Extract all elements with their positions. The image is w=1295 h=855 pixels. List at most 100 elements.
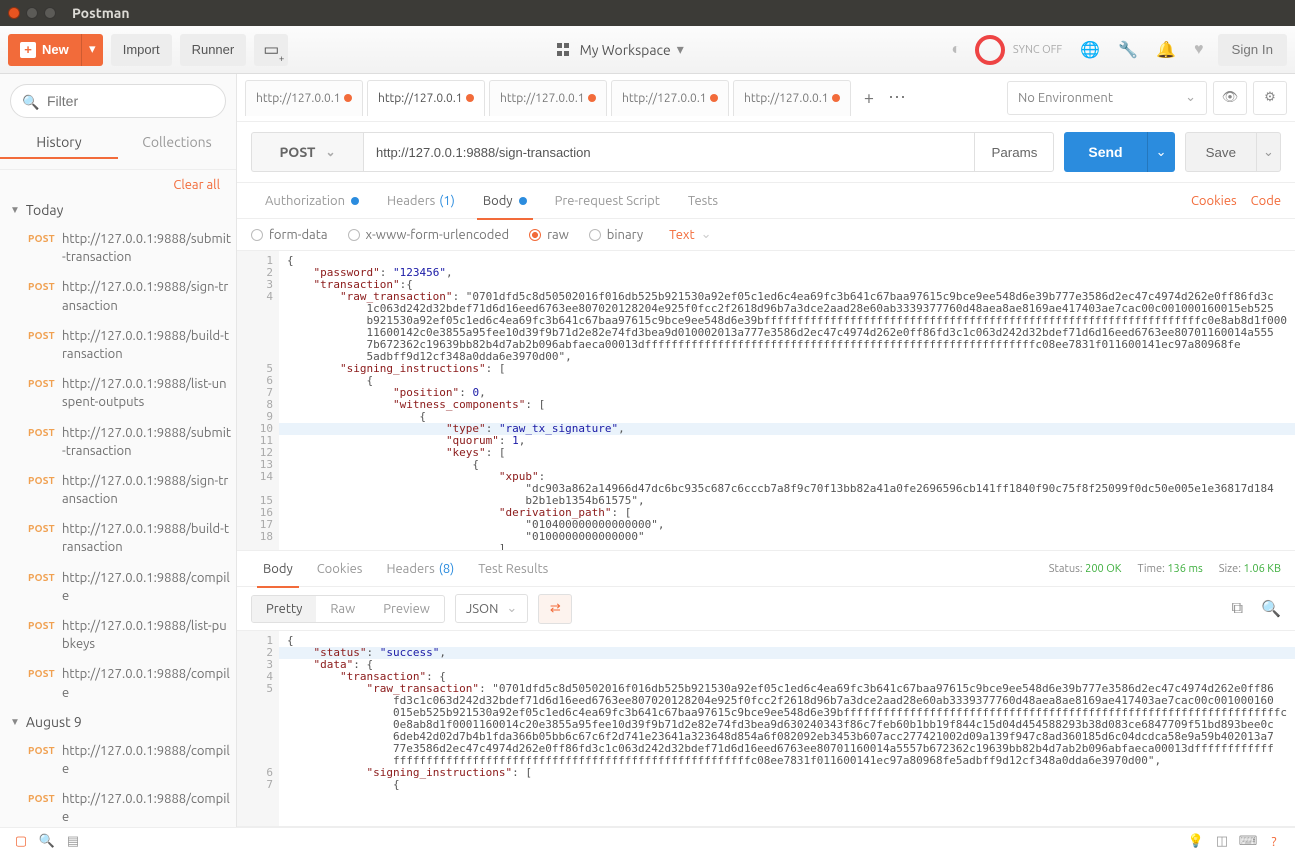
wrap-lines-button[interactable]: ⇄: [538, 594, 572, 624]
two-pane-icon[interactable]: ◫: [1209, 832, 1235, 852]
resp-tab-cookies[interactable]: Cookies: [305, 551, 375, 587]
headers-count: (1): [439, 194, 455, 208]
tab-history[interactable]: History: [0, 124, 118, 169]
heart-icon[interactable]: ♥: [1194, 40, 1204, 59]
history-group-header[interactable]: ▼Today: [0, 196, 236, 224]
request-tab[interactable]: http://127.0.0.1: [611, 80, 729, 116]
view-mode-segment: Pretty Raw Preview: [251, 595, 445, 623]
view-raw[interactable]: Raw: [316, 596, 369, 622]
bootcamp-icon[interactable]: 💡: [1183, 832, 1209, 852]
resp-tab-body[interactable]: Body: [251, 551, 305, 587]
import-button[interactable]: Import: [111, 34, 172, 66]
history-item[interactable]: POSThttp://127.0.0.1:9888/sign-transacti…: [0, 466, 236, 514]
response-format-dropdown[interactable]: JSON⌄: [455, 594, 528, 623]
history-item[interactable]: POSThttp://127.0.0.1:9888/build-transact…: [0, 321, 236, 369]
workspace-selector[interactable]: My Workspace ▾: [288, 41, 951, 58]
new-dropdown-caret[interactable]: ▾: [81, 34, 103, 66]
history-item[interactable]: POSThttp://127.0.0.1:9888/compile: [0, 659, 236, 707]
environment-preview-button[interactable]: 👁: [1213, 81, 1247, 115]
request-tabs-row: http://127.0.0.1http://127.0.0.1http://1…: [237, 74, 1295, 122]
search-icon[interactable]: 🔍: [1261, 599, 1281, 618]
view-pretty[interactable]: Pretty: [252, 596, 316, 622]
subtab-headers[interactable]: Headers(1): [373, 183, 469, 219]
url-input[interactable]: [363, 132, 974, 172]
history-item[interactable]: POSThttp://127.0.0.1:9888/list-pubkeys: [0, 611, 236, 659]
view-preview[interactable]: Preview: [369, 596, 444, 622]
resp-tab-tests[interactable]: Test Results: [466, 551, 560, 587]
plus-icon: +: [20, 42, 36, 58]
help-icon[interactable]: ?: [1261, 832, 1287, 852]
environment-select[interactable]: No Environment ⌄: [1007, 81, 1207, 115]
history-item[interactable]: POSThttp://127.0.0.1:9888/sign-transacti…: [0, 272, 236, 320]
minimize-window-icon[interactable]: [26, 7, 38, 19]
filter-input[interactable]: [10, 84, 226, 118]
history-method: POST: [28, 617, 62, 653]
history-item[interactable]: POSThttp://127.0.0.1:9888/submit-transac…: [0, 224, 236, 272]
history-method: POST: [28, 327, 62, 363]
notifications-icon[interactable]: 🔔: [1156, 40, 1176, 59]
history-item[interactable]: POSThttp://127.0.0.1:9888/list-unspent-o…: [0, 369, 236, 417]
code-lines[interactable]: { "status": "success", "data": { "transa…: [279, 631, 1295, 826]
tab-collections[interactable]: Collections: [118, 124, 236, 169]
history-url: http://127.0.0.1:9888/compile: [62, 665, 232, 701]
body-type-label: form-data: [269, 228, 328, 242]
resp-tab-headers[interactable]: Headers (8): [374, 551, 466, 587]
body-text-dropdown[interactable]: Text⌄: [669, 227, 711, 242]
history-item[interactable]: POSThttp://127.0.0.1:9888/build-transact…: [0, 514, 236, 562]
body-type-raw[interactable]: raw: [529, 228, 569, 242]
sync-status[interactable]: SYNC OFF: [975, 35, 1062, 65]
response-body-viewer[interactable]: 1234567 { "status": "success", "data": {…: [237, 631, 1295, 827]
code-lines[interactable]: { "password": "123456", "transaction":{ …: [279, 251, 1295, 550]
method-select[interactable]: POST ⌄: [251, 132, 363, 172]
maximize-window-icon[interactable]: [44, 7, 56, 19]
new-window-button[interactable]: ▭+: [254, 34, 288, 66]
params-button[interactable]: Params: [974, 132, 1054, 172]
history-group-header[interactable]: ▼August 9: [0, 708, 236, 736]
subtab-body[interactable]: Body: [469, 183, 541, 219]
subtab-prerequest[interactable]: Pre-request Script: [541, 183, 674, 219]
new-button[interactable]: + New: [8, 34, 81, 66]
history-item[interactable]: POSThttp://127.0.0.1:9888/submit-transac…: [0, 418, 236, 466]
new-button-label: New: [42, 42, 69, 57]
find-icon[interactable]: 🔍: [34, 832, 60, 852]
environment-settings-button[interactable]: ⚙: [1253, 81, 1287, 115]
console-icon[interactable]: ▤: [60, 832, 86, 852]
request-tab[interactable]: http://127.0.0.1: [489, 80, 607, 116]
add-tab-button[interactable]: +: [855, 84, 883, 112]
save-button[interactable]: Save: [1185, 132, 1257, 172]
tab-overflow-button[interactable]: ⋯: [883, 84, 911, 112]
request-tab[interactable]: http://127.0.0.1: [367, 80, 485, 116]
clear-all-link[interactable]: Clear all: [0, 170, 236, 196]
body-type-binary[interactable]: binary: [589, 228, 643, 242]
history-item[interactable]: POSThttp://127.0.0.1:9888/compile: [0, 784, 236, 827]
settings-icon[interactable]: 🔧: [1118, 40, 1138, 59]
history-method: POST: [28, 569, 62, 605]
save-dropdown-caret[interactable]: ⌄: [1257, 132, 1281, 172]
body-type-urlencoded[interactable]: x-www-form-urlencoded: [348, 228, 510, 242]
send-button[interactable]: Send: [1064, 132, 1146, 172]
subtab-authorization[interactable]: Authorization: [251, 183, 373, 219]
request-tab[interactable]: http://127.0.0.1: [245, 80, 363, 116]
code-link[interactable]: Code: [1251, 194, 1281, 208]
history-item[interactable]: POSThttp://127.0.0.1:9888/compile: [0, 563, 236, 611]
request-body-editor[interactable]: 123456789101112131415161718 { "password"…: [237, 251, 1295, 551]
request-line: POST ⌄ Params Send ⌄ Save ⌄: [237, 122, 1295, 183]
history-method: POST: [28, 230, 62, 266]
request-tab[interactable]: http://127.0.0.1: [733, 80, 851, 116]
runner-button[interactable]: Runner: [180, 34, 247, 66]
subtab-tests[interactable]: Tests: [674, 183, 732, 219]
body-type-formdata[interactable]: form-data: [251, 228, 328, 242]
line-gutter: 123456789101112131415161718: [237, 251, 279, 550]
sidebar-toggle-icon[interactable]: ▢: [8, 832, 34, 852]
proxy-icon[interactable]: ◐: [951, 40, 961, 59]
signin-button[interactable]: Sign In: [1218, 34, 1288, 66]
copy-icon[interactable]: ⧉: [1232, 599, 1243, 618]
size-value: 1.06 KB: [1243, 563, 1281, 575]
cookies-link[interactable]: Cookies: [1191, 194, 1237, 208]
close-window-icon[interactable]: [8, 7, 20, 19]
keyboard-icon[interactable]: ⌨: [1235, 832, 1261, 852]
history-url: http://127.0.0.1:9888/submit-transaction: [62, 230, 232, 266]
history-item[interactable]: POSThttp://127.0.0.1:9888/compile: [0, 736, 236, 784]
browse-icon[interactable]: 🌐: [1080, 40, 1100, 59]
send-dropdown-caret[interactable]: ⌄: [1147, 132, 1175, 172]
